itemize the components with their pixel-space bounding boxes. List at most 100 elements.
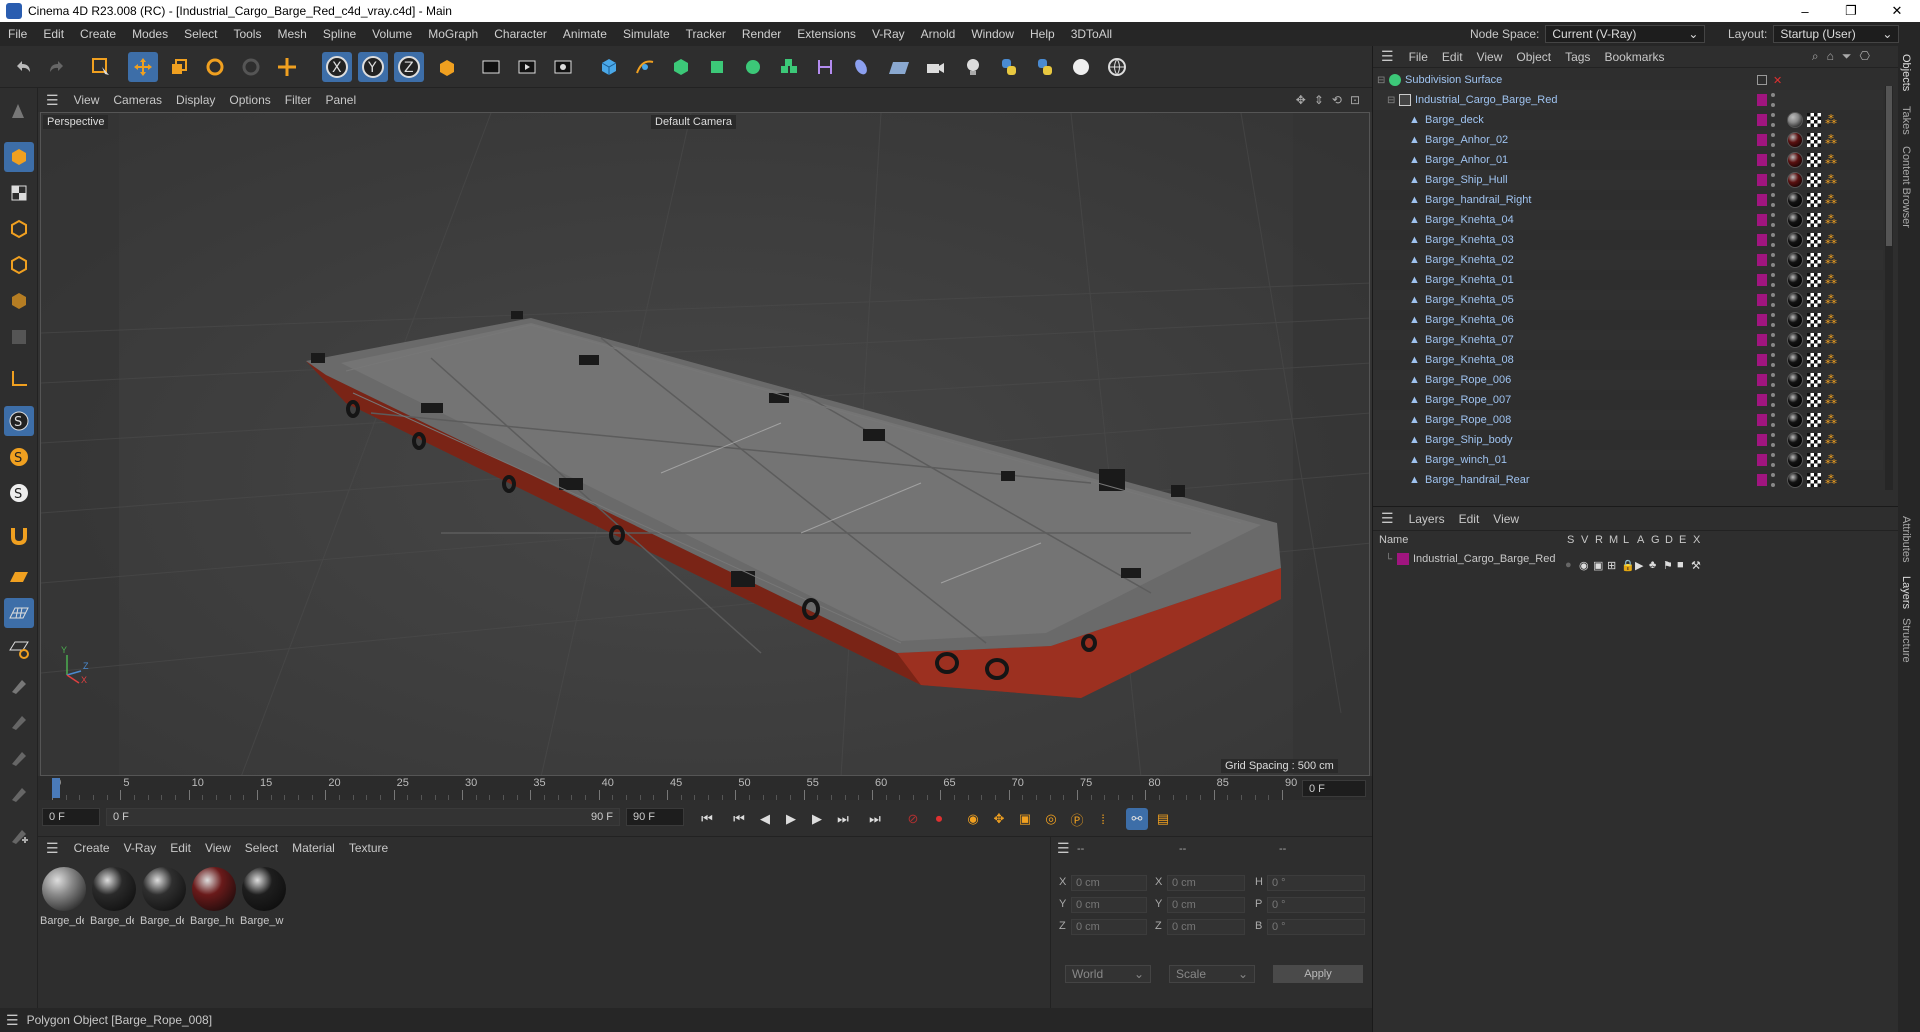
object-row[interactable]: ▲ Barge_Knehta_07 ⁂	[1373, 330, 1883, 350]
layer-column-header[interactable]: X	[1693, 534, 1700, 546]
go-to-start-button[interactable]: ⏮	[696, 808, 718, 830]
deformer-button[interactable]	[810, 52, 840, 82]
vray-settings-button[interactable]	[1066, 52, 1096, 82]
phong-tag-icon[interactable]: ⁂	[1825, 414, 1837, 426]
filter-icon[interactable]: ⏷	[1842, 49, 1852, 64]
menu-modes[interactable]: Modes	[124, 27, 176, 41]
object-row[interactable]: ▲ Barge_Knehta_08 ⁂	[1373, 350, 1883, 370]
playhead[interactable]	[52, 778, 60, 798]
python-button[interactable]	[994, 52, 1024, 82]
manager-icon[interactable]: ⊞	[1607, 559, 1616, 572]
layer-menu-view[interactable]: View	[1486, 512, 1526, 526]
phong-tag-icon[interactable]: ⁂	[1825, 394, 1837, 406]
material-tag-icon[interactable]	[1787, 112, 1803, 128]
size-field[interactable]: 0 cm	[1167, 875, 1245, 891]
brush-tool-button[interactable]	[4, 742, 34, 772]
layer-menu-layers[interactable]: Layers	[1402, 512, 1452, 526]
layer-column-header[interactable]: R	[1595, 534, 1603, 546]
scale-tool[interactable]	[164, 52, 194, 82]
object-row[interactable]: ▲ Barge_Knehta_05 ⁂	[1373, 290, 1883, 310]
visibility-dots-icon[interactable]	[1771, 433, 1775, 447]
phong-tag-icon[interactable]: ⁂	[1825, 254, 1837, 266]
phong-tag-icon[interactable]: ⁂	[1825, 314, 1837, 326]
floor-button[interactable]	[884, 52, 914, 82]
paint-tool-button[interactable]	[4, 670, 34, 700]
object-row[interactable]: ▲ Barge_Rope_007 ⁂	[1373, 390, 1883, 410]
material-tag-icon[interactable]	[1787, 332, 1803, 348]
material-swatch[interactable]	[242, 867, 286, 911]
cube-object-button[interactable]	[594, 52, 624, 82]
visibility-dots-icon[interactable]	[1771, 313, 1775, 327]
layer-color-swatch[interactable]	[1757, 254, 1767, 266]
phong-tag-icon[interactable]: ⁂	[1825, 134, 1837, 146]
object-row[interactable]: ▲ Barge_Anhor_02 ⁂	[1373, 130, 1883, 150]
uvw-tag-icon[interactable]	[1807, 393, 1821, 407]
undo-button[interactable]	[8, 52, 38, 82]
minimize-button[interactable]: –	[1782, 4, 1828, 19]
uvw-tag-icon[interactable]	[1807, 153, 1821, 167]
visibility-dots-icon[interactable]	[1771, 453, 1775, 467]
material-menu-material[interactable]: Material	[285, 841, 342, 855]
layer-column-header[interactable]: L	[1623, 534, 1629, 546]
material-tag-icon[interactable]	[1787, 272, 1803, 288]
phong-tag-icon[interactable]: ⁂	[1825, 154, 1837, 166]
uvw-tag-icon[interactable]	[1807, 173, 1821, 187]
points-mode-button[interactable]	[4, 214, 34, 244]
object-menu-view[interactable]: View	[1470, 50, 1510, 64]
object-row-group[interactable]: ⊟ Industrial_Cargo_Barge_Red	[1373, 90, 1883, 110]
material-menu-view[interactable]: View	[198, 841, 238, 855]
add-tool-button[interactable]	[4, 820, 34, 850]
visibility-dots-icon[interactable]	[1771, 173, 1775, 187]
uvw-tag-icon[interactable]	[1807, 233, 1821, 247]
end-frame-field[interactable]: 90 F	[626, 808, 684, 826]
uvw-tag-icon[interactable]	[1807, 413, 1821, 427]
visible-icon[interactable]: ◉	[1579, 559, 1589, 572]
material-tag-icon[interactable]	[1787, 192, 1803, 208]
object-row[interactable]: ▲ Barge_winch_01 ⁂	[1373, 450, 1883, 470]
layer-column-header[interactable]: E	[1679, 534, 1686, 546]
layer-menu-edit[interactable]: Edit	[1452, 512, 1487, 526]
material-tag-icon[interactable]	[1787, 212, 1803, 228]
object-row[interactable]: ▲ Barge_Rope_006 ⁂	[1373, 370, 1883, 390]
go-to-end-button[interactable]: ⏭	[864, 808, 886, 830]
object-menu-edit[interactable]: Edit	[1435, 50, 1470, 64]
uvw-tag-icon[interactable]	[1807, 353, 1821, 367]
menu-animate[interactable]: Animate	[555, 27, 615, 41]
layout-dropdown[interactable]: Startup (User) ⌄	[1773, 25, 1900, 43]
uvw-tag-icon[interactable]	[1807, 293, 1821, 307]
start-frame-field[interactable]: 0 F	[42, 808, 100, 826]
phong-tag-icon[interactable]: ⁂	[1825, 174, 1837, 186]
animation-icon[interactable]: ▶	[1635, 559, 1643, 572]
layer-color-swatch[interactable]	[1757, 134, 1767, 146]
tab-layers[interactable]: Layers	[1900, 576, 1912, 609]
object-row[interactable]: ▲ Barge_Knehta_03 ⁂	[1373, 230, 1883, 250]
camera-button[interactable]	[920, 52, 950, 82]
viewport-menu-options[interactable]: Options	[222, 93, 277, 107]
hamburger-icon[interactable]: ☰	[1373, 48, 1402, 65]
python-script-button[interactable]	[1030, 52, 1060, 82]
spline-pen-button[interactable]	[630, 52, 660, 82]
menu-edit[interactable]: Edit	[35, 27, 72, 41]
visibility-dots-icon[interactable]	[1771, 233, 1775, 247]
rotation-field[interactable]: 0 °	[1267, 919, 1365, 935]
material-menu-edit[interactable]: Edit	[163, 841, 198, 855]
y-axis-lock-button[interactable]: Y	[358, 52, 388, 82]
position-key-icon[interactable]: ✥	[988, 808, 1010, 830]
camera-label[interactable]: Default Camera	[651, 115, 737, 129]
object-row[interactable]: ▲ Barge_handrail_Right ⁂	[1373, 190, 1883, 210]
material-swatch[interactable]	[142, 867, 186, 911]
layer-color-swatch[interactable]	[1757, 214, 1767, 226]
material-swatch[interactable]	[192, 867, 236, 911]
object-row[interactable]: ▲ Barge_Knehta_02 ⁂	[1373, 250, 1883, 270]
layer-color-swatch[interactable]	[1757, 174, 1767, 186]
transform-tool[interactable]	[272, 52, 302, 82]
material-tag-icon[interactable]	[1787, 372, 1803, 388]
material-tag-icon[interactable]	[1787, 392, 1803, 408]
layer-color-swatch[interactable]	[1757, 414, 1767, 426]
material-tag-icon[interactable]	[1787, 132, 1803, 148]
menu-select[interactable]: Select	[176, 27, 225, 41]
collapse-icon[interactable]: ⊟	[1377, 75, 1385, 86]
tab-takes[interactable]: Takes	[1900, 106, 1912, 135]
menu-volume[interactable]: Volume	[364, 27, 420, 41]
rotate-tool[interactable]	[200, 52, 230, 82]
